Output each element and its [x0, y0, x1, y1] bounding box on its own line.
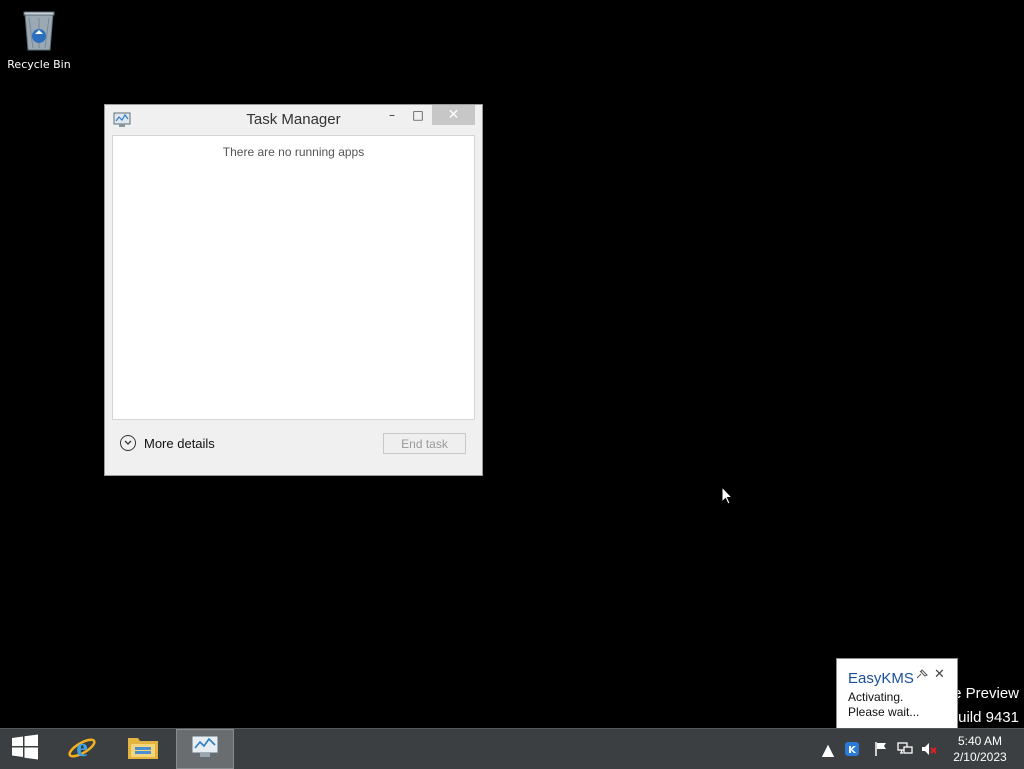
task-manager-icon [190, 734, 220, 764]
taskbar-file-explorer[interactable] [117, 729, 169, 769]
easykms-tray-icon[interactable]: K [844, 741, 860, 757]
more-details-label: More details [144, 435, 215, 451]
app-list-panel: There are no running apps [112, 135, 475, 420]
taskbar-internet-explorer[interactable]: e [56, 729, 108, 769]
notification-line-1: Activating. [848, 690, 904, 704]
maximize-button[interactable]: □ [405, 105, 431, 125]
desktop-icon-recycle-bin[interactable]: Recycle Bin [4, 6, 74, 71]
footer: More details End task [112, 420, 475, 460]
notification-close-button[interactable]: ✕ [934, 667, 945, 682]
watermark-line-2: uild 9431 [958, 709, 1019, 726]
clock-date: 2/10/2023 [953, 750, 1007, 764]
recycle-bin-icon [19, 6, 59, 54]
svg-text:K: K [848, 745, 857, 756]
action-center-flag-icon[interactable] [873, 741, 889, 757]
chevron-down-icon [120, 435, 136, 451]
pin-icon[interactable] [916, 669, 928, 682]
notification-line-2: Please wait... [848, 705, 920, 719]
close-button[interactable]: ✕ [432, 105, 475, 125]
taskbar-task-manager[interactable] [176, 729, 234, 769]
speaker-muted-icon[interactable] [921, 741, 937, 757]
end-task-button[interactable]: End task [383, 433, 466, 454]
windows-logo-icon [12, 734, 38, 764]
title-bar[interactable]: Task Manager – □ ✕ [105, 105, 482, 135]
clock-time: 5:40 AM [957, 734, 1003, 748]
easykms-notification[interactable]: EasyKMS ✕ Activating. Please wait... [836, 658, 958, 729]
more-details-button[interactable]: More details [120, 435, 215, 451]
taskbar-clock[interactable]: 5:40 AM 2/10/2023 [946, 733, 1014, 765]
empty-message: There are no running apps [222, 145, 365, 159]
mouse-cursor [721, 485, 734, 509]
notification-title: EasyKMS [848, 670, 914, 687]
minimize-button[interactable]: – [379, 105, 405, 125]
internet-explorer-icon: e [66, 731, 98, 767]
recycle-bin-label: Recycle Bin [7, 58, 71, 71]
start-button[interactable] [0, 729, 50, 769]
show-hidden-icons-button[interactable]: ▲ [820, 740, 836, 759]
network-icon[interactable] [897, 741, 913, 757]
task-manager-window: Task Manager – □ ✕ There are no running … [104, 104, 483, 476]
folder-icon [127, 733, 159, 765]
svg-text:e: e [76, 733, 88, 762]
taskbar: e ▲ K 5:40 AM 2/10/2023 [0, 728, 1024, 769]
